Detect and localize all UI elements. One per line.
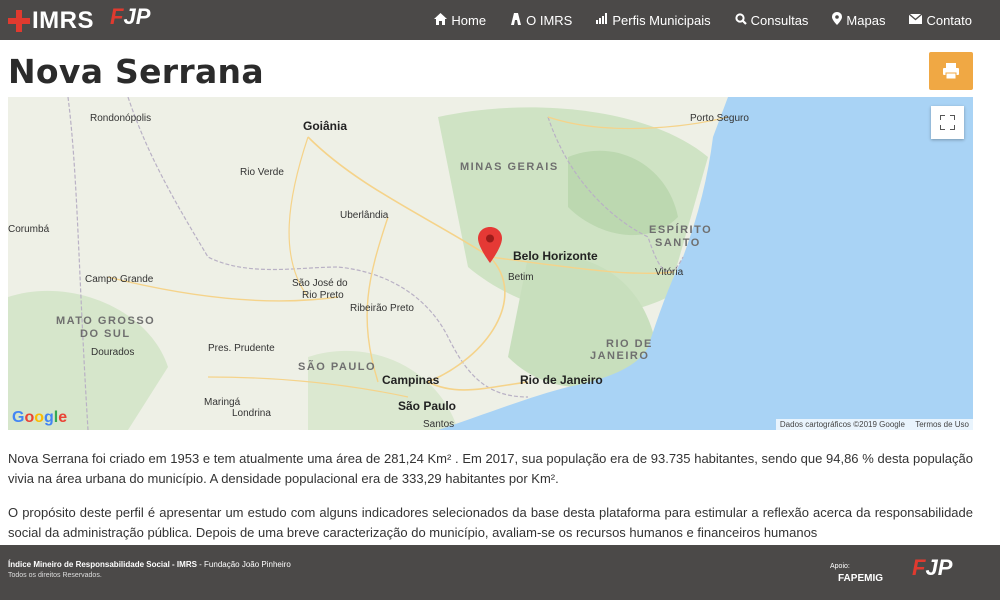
envelope-icon bbox=[909, 13, 923, 27]
page-title: Nova Serrana bbox=[8, 52, 264, 91]
map-label-santo: SANTO bbox=[655, 237, 701, 249]
map-label-rio-de: RIO DE bbox=[606, 338, 653, 350]
footer-fjp-jp: JP bbox=[925, 555, 953, 580]
map-label-minas-gerais: MINAS GERAIS bbox=[460, 161, 559, 173]
nav-contato-label: Contato bbox=[926, 12, 972, 28]
building-icon bbox=[510, 12, 522, 28]
purpose-paragraph: O propósito deste perfil é apresentar um… bbox=[8, 505, 973, 540]
map-label-pres-prudente: Pres. Prudente bbox=[208, 343, 275, 354]
footer-apoio-label: Apoio: bbox=[830, 563, 850, 570]
map-label-rio-de-janeiro: Rio de Janeiro bbox=[520, 373, 603, 387]
nav-home[interactable]: Home bbox=[434, 12, 487, 28]
fullscreen-icon bbox=[940, 115, 955, 130]
map-label-sao-paulo: São Paulo bbox=[398, 399, 457, 413]
print-icon bbox=[943, 63, 959, 80]
location-pin-marker[interactable] bbox=[478, 227, 502, 265]
bar-chart-icon bbox=[596, 13, 608, 27]
map-marker-icon bbox=[832, 12, 843, 28]
map-label-campo-grande: Campo Grande bbox=[85, 274, 154, 285]
map-pin-icon bbox=[478, 227, 502, 263]
footer-rights: Todos os direitos Reservados. bbox=[8, 572, 102, 579]
nav-mapas[interactable]: Mapas bbox=[832, 12, 885, 28]
nav-consultas-label: Consultas bbox=[750, 12, 809, 28]
map-label-ribeirao-preto: Ribeirão Preto bbox=[350, 303, 414, 314]
map-label-espirito: ESPÍRITO bbox=[649, 224, 713, 236]
footer-credit-bold: Índice Mineiro de Responsabilidade Socia… bbox=[8, 560, 197, 569]
map-label-santos: Santos bbox=[423, 419, 455, 430]
fullscreen-button[interactable] bbox=[931, 106, 964, 139]
footer-credit-rest: - Fundação João Pinheiro bbox=[196, 560, 291, 569]
fapemig-logo[interactable]: FAPEMIG bbox=[838, 573, 883, 584]
map-label-belo-horizonte: Belo Horizonte bbox=[513, 249, 598, 263]
map-label-campinas: Campinas bbox=[382, 373, 440, 387]
footer-credit: Índice Mineiro de Responsabilidade Socia… bbox=[8, 560, 291, 569]
search-icon bbox=[735, 12, 747, 28]
map-attribution: Dados cartográficos ©2019 Google Termos … bbox=[775, 419, 973, 430]
map-label-goiania: Goiânia bbox=[303, 119, 348, 133]
map-label-rio-verde: Rio Verde bbox=[240, 167, 284, 178]
imrs-logo-text: IMRS bbox=[32, 7, 94, 34]
map-label-vitoria: Vitória bbox=[655, 267, 684, 278]
terms-link[interactable]: Termos de Uso bbox=[915, 420, 969, 429]
map-label-sao-paulo-state: SÃO PAULO bbox=[298, 361, 377, 373]
nav-o-imrs-label: O IMRS bbox=[526, 12, 573, 28]
map-label-maringa: Maringá bbox=[204, 397, 241, 408]
map-label-betim: Betim bbox=[508, 272, 534, 283]
fjp-logo[interactable]: FJP bbox=[110, 4, 150, 30]
map-label-janeiro: JANEIRO bbox=[590, 350, 650, 362]
google-logo[interactable]: Google bbox=[12, 409, 67, 427]
nav-perfis-municipais[interactable]: Perfis Municipais bbox=[596, 12, 711, 28]
map-label-corumba: Corumbá bbox=[8, 224, 50, 235]
location-map[interactable]: Rondonópolis Goiânia MINAS GERAIS Porto … bbox=[8, 97, 973, 430]
fjp-logo-f: F bbox=[110, 4, 124, 29]
map-label-dourados: Dourados bbox=[91, 347, 135, 358]
nav-contato[interactable]: Contato bbox=[909, 13, 972, 28]
map-label-porto-seguro: Porto Seguro bbox=[690, 113, 749, 124]
imrs-cross-icon bbox=[8, 10, 30, 32]
map-label-mato-grosso: MATO GROSSO bbox=[56, 315, 156, 327]
fjp-logo-jp: JP bbox=[123, 4, 151, 29]
map-label-rio-preto: Rio Preto bbox=[302, 290, 344, 301]
nav-consultas[interactable]: Consultas bbox=[735, 12, 809, 28]
map-label-londrina: Londrina bbox=[232, 408, 271, 419]
nav-perfis-label: Perfis Municipais bbox=[612, 12, 711, 28]
map-attribution-text: Dados cartográficos ©2019 Google bbox=[779, 420, 905, 429]
print-button[interactable] bbox=[929, 52, 973, 90]
footer: Índice Mineiro de Responsabilidade Socia… bbox=[0, 545, 1000, 600]
footer-fjp-logo[interactable]: FJP bbox=[912, 555, 952, 581]
footer-fjp-f: F bbox=[912, 555, 926, 580]
nav-o-imrs[interactable]: O IMRS bbox=[510, 12, 573, 28]
map-label-do-sul: DO SUL bbox=[80, 328, 131, 340]
intro-paragraph: Nova Serrana foi criado em 1953 e tem at… bbox=[8, 451, 973, 486]
top-navbar: IMRS FJP Home O IMRS Perfis Municipais C… bbox=[0, 0, 1000, 40]
main-nav: Home O IMRS Perfis Municipais Consultas … bbox=[410, 0, 972, 40]
nav-mapas-label: Mapas bbox=[846, 12, 886, 28]
map-label-sao-jose: São José do bbox=[292, 278, 348, 289]
home-icon bbox=[434, 12, 448, 28]
map-label-uberlandia: Uberlândia bbox=[340, 210, 389, 221]
nav-home-label: Home bbox=[451, 12, 487, 28]
map-label-rondonopolis: Rondonópolis bbox=[90, 113, 152, 124]
imrs-logo[interactable]: IMRS bbox=[8, 7, 94, 35]
